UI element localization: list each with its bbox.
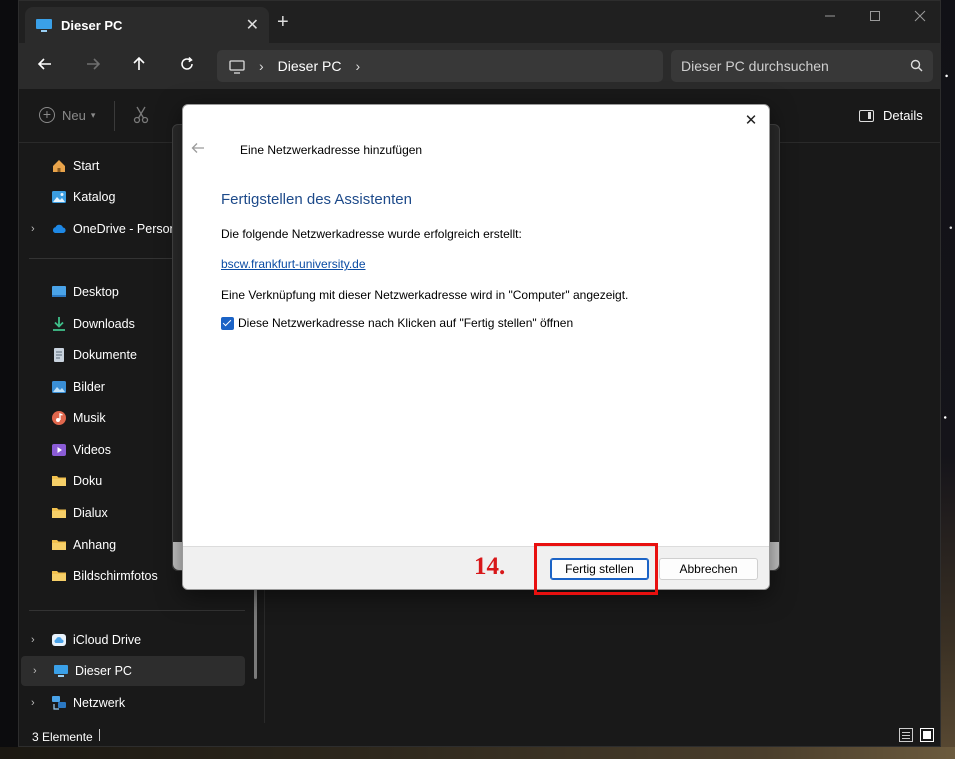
network-icon: [51, 695, 67, 711]
home-icon: [51, 158, 67, 174]
close-tab-icon[interactable]: ✕: [246, 15, 259, 35]
chevron-right-icon[interactable]: ›: [33, 665, 37, 677]
monitor-icon: [229, 59, 245, 74]
cancel-button[interactable]: Abbrechen: [659, 558, 758, 580]
gallery-icon: [51, 189, 67, 205]
scissors-icon: [133, 106, 149, 124]
forward-button[interactable]: [81, 55, 105, 77]
cut-button[interactable]: [133, 106, 149, 129]
folder-icon: [51, 568, 67, 584]
details-label: Details: [883, 108, 923, 123]
arrow-right-icon: [87, 58, 101, 70]
sidebar-item-netzwerk[interactable]: › Netzwerk: [19, 688, 245, 718]
title-bar: Dieser PC ✕ +: [19, 1, 940, 43]
step-annotation-highlight: [534, 543, 658, 595]
folder-icon: [51, 473, 67, 489]
success-message: Die folgende Netzwerkadresse wurde erfol…: [221, 227, 522, 241]
chevron-right-icon[interactable]: ›: [31, 697, 35, 709]
wizard-back-button[interactable]: [191, 141, 205, 157]
status-divider: [99, 729, 100, 741]
command-separator: [114, 101, 115, 131]
desktop-wallpaper: [941, 0, 955, 759]
sidebar-item-icloud-drive[interactable]: › iCloud Drive: [19, 625, 245, 655]
address-bar[interactable]: › Dieser PC ›: [217, 50, 663, 82]
minimize-button[interactable]: [815, 9, 845, 25]
chevron-right-icon[interactable]: ›: [31, 223, 35, 235]
close-dialog-button[interactable]: ✕: [741, 111, 761, 129]
wizard-title: Fertigstellen des Assistenten: [221, 191, 412, 208]
details-pane-icon: [859, 109, 874, 122]
download-icon: [51, 316, 67, 332]
refresh-icon: [181, 56, 193, 70]
video-icon: [51, 442, 67, 458]
folder-icon: [51, 505, 67, 521]
refresh-button[interactable]: [175, 55, 199, 77]
new-button-label: Neu: [62, 107, 86, 123]
pc-icon: [35, 18, 53, 32]
details-button[interactable]: Details: [859, 108, 923, 123]
chevron-down-icon: ▾: [90, 109, 96, 120]
back-button[interactable]: [33, 55, 57, 77]
tab-title: Dieser PC: [61, 17, 123, 33]
open-after-finish-label[interactable]: Diese Netzwerkadresse nach Klicken auf "…: [238, 316, 573, 330]
network-address-link[interactable]: bscw.frankfurt-university.de: [221, 257, 366, 271]
details-view-icon[interactable]: [899, 728, 913, 742]
search-box[interactable]: [671, 50, 933, 82]
desktop-wallpaper-bottom: [0, 747, 955, 759]
new-tab-button[interactable]: +: [277, 12, 289, 32]
chevron-right-icon[interactable]: ›: [31, 634, 35, 646]
desktop-icon: [51, 284, 67, 300]
search-icon[interactable]: [910, 59, 923, 72]
tab-dieser-pc[interactable]: Dieser PC ✕: [25, 7, 269, 43]
step-annotation-label: 14.: [474, 553, 506, 580]
chevron-right-icon[interactable]: ›: [355, 58, 360, 74]
arrow-up-icon: [133, 56, 145, 70]
navigation-bar: › Dieser PC ›: [19, 43, 940, 89]
status-bar: 3 Elemente: [19, 723, 940, 746]
plus-circle-icon: +: [39, 107, 55, 123]
tiles-view-icon[interactable]: [920, 728, 934, 742]
document-icon: [51, 347, 67, 363]
cloud-icon: [51, 221, 67, 237]
chevron-right-icon[interactable]: ›: [259, 58, 264, 74]
sidebar-item-dieser-pc[interactable]: › Dieser PC: [21, 656, 245, 686]
pc-icon: [53, 663, 69, 679]
folder-icon: [51, 537, 67, 553]
add-network-location-dialog: ✕ Eine Netzwerkadresse hinzufügen Fertig…: [182, 104, 770, 590]
open-after-finish-option[interactable]: Diese Netzwerkadresse nach Klicken auf "…: [221, 316, 573, 330]
breadcrumb-dieser-pc[interactable]: Dieser PC: [278, 58, 342, 74]
dialog-heading: Eine Netzwerkadresse hinzufügen: [240, 143, 423, 157]
arrow-left-icon: [37, 58, 51, 70]
arrow-left-icon: [191, 143, 204, 153]
shortcut-info: Eine Verknüpfung mit dieser Netzwerkadre…: [221, 288, 629, 302]
maximize-button[interactable]: [860, 9, 890, 25]
up-button[interactable]: [127, 55, 151, 77]
close-window-button[interactable]: [905, 9, 935, 25]
sidebar-scrollbar[interactable]: [254, 589, 257, 679]
icloud-icon: [51, 632, 67, 648]
new-button[interactable]: + Neu ▾: [39, 107, 95, 123]
search-input[interactable]: [681, 58, 896, 74]
music-icon: [51, 410, 67, 426]
pictures-icon: [51, 379, 67, 395]
item-count: 3 Elemente: [32, 730, 93, 744]
sidebar-separator: [29, 610, 245, 611]
open-after-finish-checkbox[interactable]: [221, 316, 234, 330]
